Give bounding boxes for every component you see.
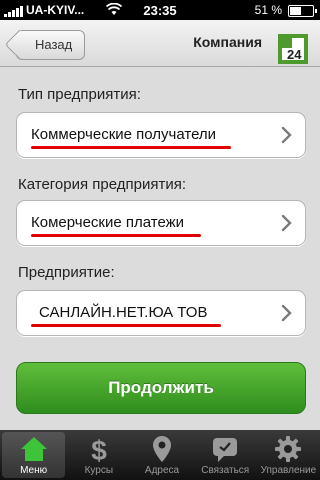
page-title: Компания	[193, 34, 262, 50]
tab-label: Адреса	[144, 465, 180, 476]
field-label-enterprise-category: Категория предприятия:	[18, 176, 187, 193]
tab-contact[interactable]: Связаться	[194, 430, 257, 480]
field-label-enterprise-type: Тип предприятия:	[18, 86, 141, 103]
status-bar: UA-KYIV... 23:35 51 %	[0, 0, 320, 20]
chevron-right-icon	[281, 304, 292, 322]
battery-icon	[288, 5, 317, 17]
gear-icon	[275, 436, 302, 462]
tab-settings[interactable]: Управление	[257, 430, 320, 480]
red-underline-mark	[31, 234, 201, 237]
tab-label: Меню	[20, 465, 48, 476]
home-icon	[20, 437, 47, 461]
tab-bar: Меню $ Курсы Адреса Связаться Управление	[0, 430, 320, 480]
back-button-label: Назад	[35, 37, 73, 52]
chat-icon	[213, 438, 238, 462]
tab-label: Управление	[260, 465, 317, 476]
dollar-icon: $	[91, 435, 107, 464]
tab-label: Курсы	[84, 465, 114, 476]
chevron-right-icon	[281, 126, 292, 144]
red-underline-mark	[31, 324, 221, 327]
enterprise-type-value: Коммерческие получатели	[31, 126, 217, 143]
navigation-bar: Назад Компания 24	[0, 20, 320, 67]
privat24-logo: 24	[278, 34, 308, 64]
enterprise-category-select[interactable]: Комерческие платежи	[16, 200, 306, 246]
enterprise-value: САНЛАЙН.НЕТ.ЮА ТОВ	[39, 304, 208, 321]
tab-rates[interactable]: $ Курсы	[67, 430, 130, 480]
battery-percent: 51 %	[254, 3, 282, 17]
continue-button[interactable]: Продолжить	[16, 362, 306, 414]
red-underline-mark	[31, 146, 231, 149]
enterprise-select[interactable]: САНЛАЙН.НЕТ.ЮА ТОВ	[16, 290, 306, 336]
back-button[interactable]: Назад	[16, 30, 86, 60]
field-label-enterprise: Предприятие:	[18, 264, 115, 281]
enterprise-category-value: Комерческие платежи	[31, 214, 185, 231]
location-pin-icon	[153, 436, 171, 462]
tab-addresses[interactable]: Адреса	[130, 430, 193, 480]
svg-text:$: $	[91, 435, 107, 464]
tab-menu[interactable]: Меню	[2, 432, 66, 478]
logo-text: 24	[287, 47, 302, 62]
content-area: Тип предприятия: Коммерческие получатели…	[0, 66, 320, 430]
chevron-right-icon	[281, 214, 292, 232]
tab-label: Связаться	[201, 465, 250, 476]
enterprise-type-select[interactable]: Коммерческие получатели	[16, 112, 306, 158]
